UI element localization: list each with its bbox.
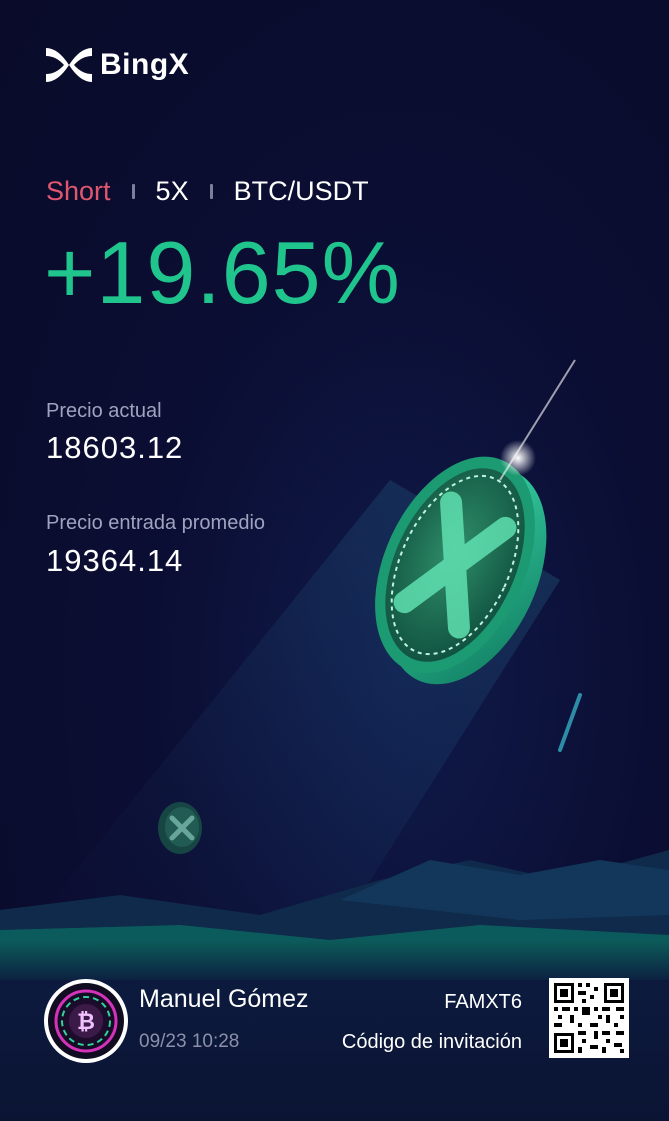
brand-name: BingX: [100, 48, 190, 81]
invite-code: FAMXT6: [444, 991, 522, 1013]
pnl-percentage: +19.65%: [44, 223, 401, 322]
share-timestamp: 09/23 10:28: [139, 1031, 240, 1052]
divider: [209, 184, 213, 199]
avatar: ₿: [44, 979, 128, 1063]
current-price-value: 18603.12: [46, 430, 184, 465]
divider: [131, 184, 135, 199]
pnl-share-card: BingX Short 5X BTC/USDT +19.65% Precio a…: [0, 0, 669, 1121]
bitcoin-avatar-icon: ₿: [48, 983, 124, 1059]
user-name: Manuel Gómez: [139, 985, 309, 1013]
leverage: 5X: [155, 176, 189, 206]
position-side: Short: [46, 176, 111, 206]
bingx-x-logo-icon: [46, 48, 92, 82]
brand-logo: BingX: [44, 44, 189, 86]
trading-pair: BTC/USDT: [233, 176, 369, 206]
entry-price-value: 19364.14: [46, 543, 184, 578]
trade-meta: Short 5X BTC/USDT: [46, 176, 369, 207]
svg-text:₿: ₿: [77, 1010, 95, 1035]
invite-code-label: Código de invitación: [341, 1031, 522, 1053]
qr-code-icon: [549, 978, 629, 1058]
entry-price-label: Precio entrada promedio: [46, 512, 266, 534]
current-price-label: Precio actual: [46, 400, 162, 422]
streak-icon: [558, 693, 582, 752]
small-coin-icon: [158, 802, 202, 854]
